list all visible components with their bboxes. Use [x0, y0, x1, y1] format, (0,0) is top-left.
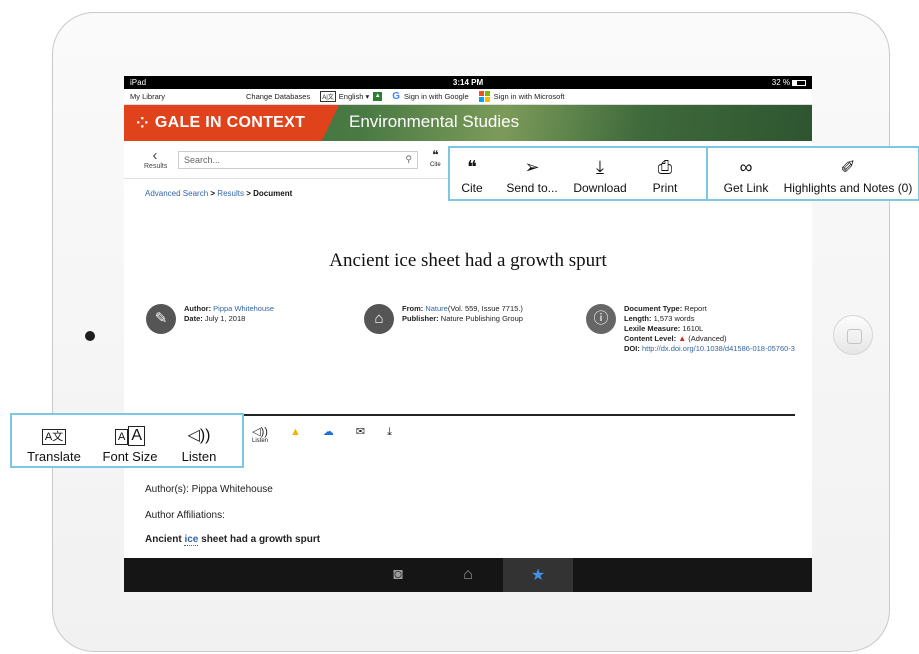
send-icon: ➢ [524, 157, 540, 177]
doi-link[interactable]: http://dx.doi.org/10.1038/d41586-018-057… [642, 344, 795, 353]
highlighted-term[interactable]: ice [184, 534, 199, 546]
dock: ◙ ⌂ ★ [124, 558, 812, 592]
reading-tools-callout: A文 Translate A A Font Size ◁)) Listen [10, 413, 244, 468]
onedrive-icon[interactable]: ☁ [323, 427, 334, 438]
download-icon: ⤓ [596, 157, 604, 177]
home-button[interactable] [833, 315, 873, 355]
print-tool[interactable]: ⎙ Print [630, 155, 700, 195]
search-input[interactable]: Search... ⚲ [178, 150, 418, 169]
source-block: ⌂ From: Nature(Vol. 559, Issue 7715.) Pu… [364, 304, 586, 354]
breadcrumb-current: Document [253, 189, 293, 198]
listen-tool[interactable]: ◁)) Listen [164, 425, 234, 464]
spark-icon: ⁘ [136, 115, 149, 132]
banner: ⁘ GALE IN CONTEXT Environmental Studies [124, 105, 812, 141]
info-icon: ⓘ [586, 304, 616, 334]
download-tool[interactable]: ⤓ Download [570, 155, 630, 195]
cite-tool[interactable]: ❝ Cite [450, 155, 494, 195]
camera-icon[interactable]: ◙ [363, 558, 433, 592]
breadcrumb-results[interactable]: Results [217, 189, 244, 198]
source-link[interactable]: Nature [425, 304, 448, 313]
author-block: ✎ Author: Pippa Whitehouse Date: July 1,… [146, 304, 364, 354]
quote-icon: ❝ [467, 157, 477, 177]
speaker-icon: ◁)) [187, 427, 211, 444]
pen-icon: ✎ [146, 304, 176, 334]
database-name: Environmental Studies [349, 112, 520, 131]
chevron-left-icon: ‹ [152, 147, 158, 164]
home-icon[interactable]: ⌂ [433, 558, 503, 592]
author-link[interactable]: Pippa Whitehouse [213, 304, 274, 313]
body-heading: Ancient ice sheet had a growth spurt [145, 534, 321, 546]
article-metadata: ✎ Author: Pippa Whitehouse Date: July 1,… [124, 304, 812, 354]
email-icon[interactable]: ✉ [356, 427, 365, 438]
font-size-icon: AA [96, 425, 164, 447]
google-icon: G [392, 91, 401, 102]
spreadsheet-icon[interactable]: ▲ [373, 92, 383, 101]
send-to-tool[interactable]: ➢ Send to... [494, 155, 570, 195]
battery-icon [792, 79, 806, 86]
camera-dot [85, 331, 95, 341]
highlighter-icon: ✐ [840, 157, 856, 177]
microsoft-signin[interactable]: Sign in with Microsoft [478, 91, 565, 102]
download-icon[interactable]: ⤓ [387, 427, 392, 438]
language-select[interactable]: A|文 English ▾ ▲ [320, 91, 383, 102]
google-signin[interactable]: G Sign in with Google [392, 91, 468, 102]
font-size-tool[interactable]: A A Font Size [96, 425, 164, 464]
listen-button[interactable]: ◁)) Listen [252, 427, 268, 446]
cite-button[interactable]: ❝ Cite [430, 149, 441, 170]
get-link-tool[interactable]: ∞ Get Link [714, 155, 778, 195]
breadcrumb-advanced-search[interactable]: Advanced Search [145, 189, 208, 198]
my-library-link[interactable]: My Library [130, 92, 246, 101]
affiliations-line: Author Affiliations: [145, 510, 225, 521]
status-bar: iPad 3:14 PM 32 % [124, 76, 812, 89]
document-info-block: ⓘ Document Type: Report Length: 1,573 wo… [586, 304, 799, 354]
callout-separator [706, 146, 708, 199]
authors-line: Author(s): Pippa Whitehouse [145, 484, 273, 495]
document-tools-callout: ❝ Cite ➢ Send to... ⤓ Download ⎙ Print ∞ Get … [448, 146, 919, 201]
article-title: Ancient ice sheet had a growth spurt [329, 250, 607, 271]
print-icon: ⎙ [657, 157, 673, 177]
highlights-notes-tool[interactable]: ✐ Highlights and Notes (0) [778, 155, 918, 195]
brand-logo[interactable]: ⁘ GALE IN CONTEXT [124, 105, 339, 141]
google-drive-icon[interactable]: ▲ [290, 427, 301, 438]
content-level-icon: ▲ [678, 334, 687, 343]
link-icon: ∞ [739, 157, 753, 177]
reading-tools: ◁)) Listen ▲ ☁ ✉ ⤓ [252, 427, 414, 446]
translate-icon: A文 [12, 425, 96, 447]
favorites-icon[interactable]: ★ [503, 558, 573, 592]
change-databases-link[interactable]: Change Databases [246, 92, 310, 101]
institution-icon: ⌂ [364, 304, 394, 334]
top-links: My Library Change Databases A|文 English … [124, 89, 812, 105]
back-to-results-button[interactable]: ‹ Results [144, 147, 167, 170]
microsoft-icon [478, 91, 490, 102]
search-icon[interactable]: ⚲ [405, 154, 412, 165]
translate-tool[interactable]: A文 Translate [12, 425, 96, 464]
translate-icon: A|文 [320, 91, 336, 102]
clock: 3:14 PM [452, 78, 484, 87]
